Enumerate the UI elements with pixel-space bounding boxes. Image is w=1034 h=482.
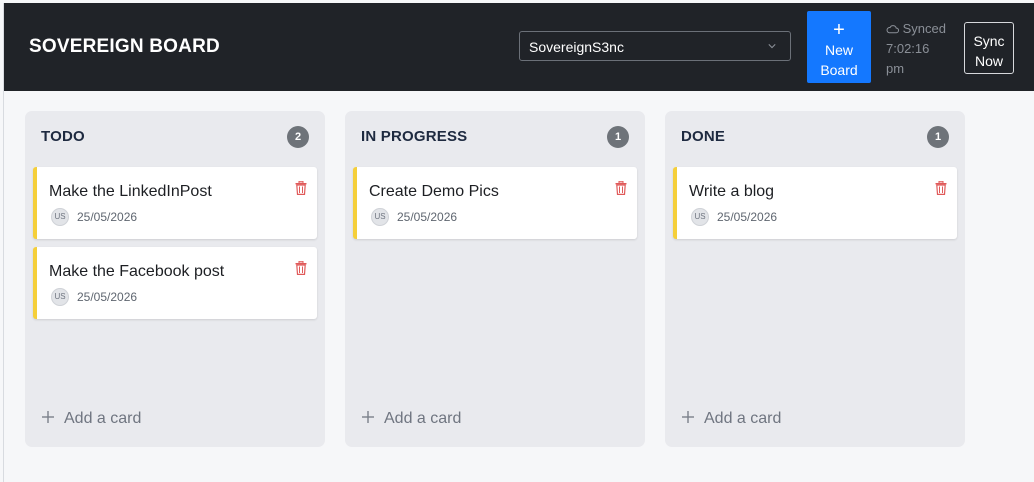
board-select[interactable]: SovereignS3nc [519, 31, 791, 61]
column-title: TODO [41, 128, 85, 145]
card-date: 25/05/2026 [717, 210, 778, 224]
add-card-label: Add a card [384, 410, 462, 427]
trash-icon[interactable] [615, 181, 627, 195]
sync-ampm: pm [886, 61, 905, 76]
trash-icon[interactable] [935, 181, 947, 195]
avatar: US [51, 288, 69, 306]
add-card-label: Add a card [64, 410, 142, 427]
card-date: 25/05/2026 [77, 290, 138, 304]
plus-icon [42, 411, 54, 423]
card[interactable]: Make the LinkedInPost US 25/05/2026 [33, 167, 317, 239]
card[interactable]: Write a blog US 25/05/2026 [673, 167, 957, 239]
chevron-down-icon [768, 44, 776, 49]
new-board-label-line2: Board [820, 62, 858, 78]
card-title: Create Demo Pics [369, 183, 499, 200]
plus-icon [362, 411, 374, 423]
app-window: SOVEREIGN BOARD SovereignS3nc + New Boar… [3, 3, 1034, 482]
new-board-label-line1: New [824, 42, 853, 58]
card[interactable]: Make the Facebook post US 25/05/2026 [33, 247, 317, 319]
add-card-button[interactable]: Add a card [681, 410, 781, 432]
avatar: US [691, 208, 709, 226]
sync-time: 7:02:16 [886, 41, 930, 56]
plus-icon: + [833, 19, 845, 41]
card-title: Write a blog [689, 183, 775, 200]
card-title: Make the LinkedInPost [49, 183, 212, 200]
column-title: DONE [681, 128, 726, 145]
card-title: Make the Facebook post [49, 263, 225, 280]
sync-now-label-line2: Now [974, 52, 1003, 69]
sync-now-button[interactable]: Sync Now [964, 22, 1014, 74]
top-header: SOVEREIGN BOARD SovereignS3nc + New Boar… [4, 3, 1034, 91]
sync-status: Synced 7:02:16 pm [886, 19, 956, 79]
column-count-badge: 1 [927, 126, 949, 148]
plus-icon [682, 411, 694, 423]
column-done: DONE 1 Write a blog US 25/05/2026 Add a … [665, 111, 965, 447]
card[interactable]: Create Demo Pics US 25/05/2026 [353, 167, 637, 239]
column-in-progress: IN PROGRESS 1 Create Demo Pics US 25/05/… [345, 111, 645, 447]
trash-icon[interactable] [295, 261, 307, 275]
avatar: US [371, 208, 389, 226]
card-date: 25/05/2026 [397, 210, 458, 224]
add-card-button[interactable]: Add a card [41, 410, 141, 432]
card-date: 25/05/2026 [77, 210, 138, 224]
column-count-badge: 1 [607, 126, 629, 148]
column-todo: TODO 2 Make the LinkedInPost US 25/05/20… [25, 111, 325, 447]
add-card-button[interactable]: Add a card [361, 410, 461, 432]
new-board-button[interactable]: + New Board [807, 11, 871, 83]
cloud-check-icon [886, 25, 899, 34]
trash-icon[interactable] [295, 181, 307, 195]
brand-title: SOVEREIGN BOARD [29, 36, 220, 57]
add-card-label: Add a card [704, 410, 782, 427]
column-count-badge: 2 [287, 126, 309, 148]
board-select-value: SovereignS3nc [529, 39, 624, 55]
column-title: IN PROGRESS [361, 128, 468, 145]
avatar: US [51, 208, 69, 226]
sync-now-label-line1: Sync [973, 32, 1005, 49]
sync-status-word: Synced [902, 21, 946, 36]
